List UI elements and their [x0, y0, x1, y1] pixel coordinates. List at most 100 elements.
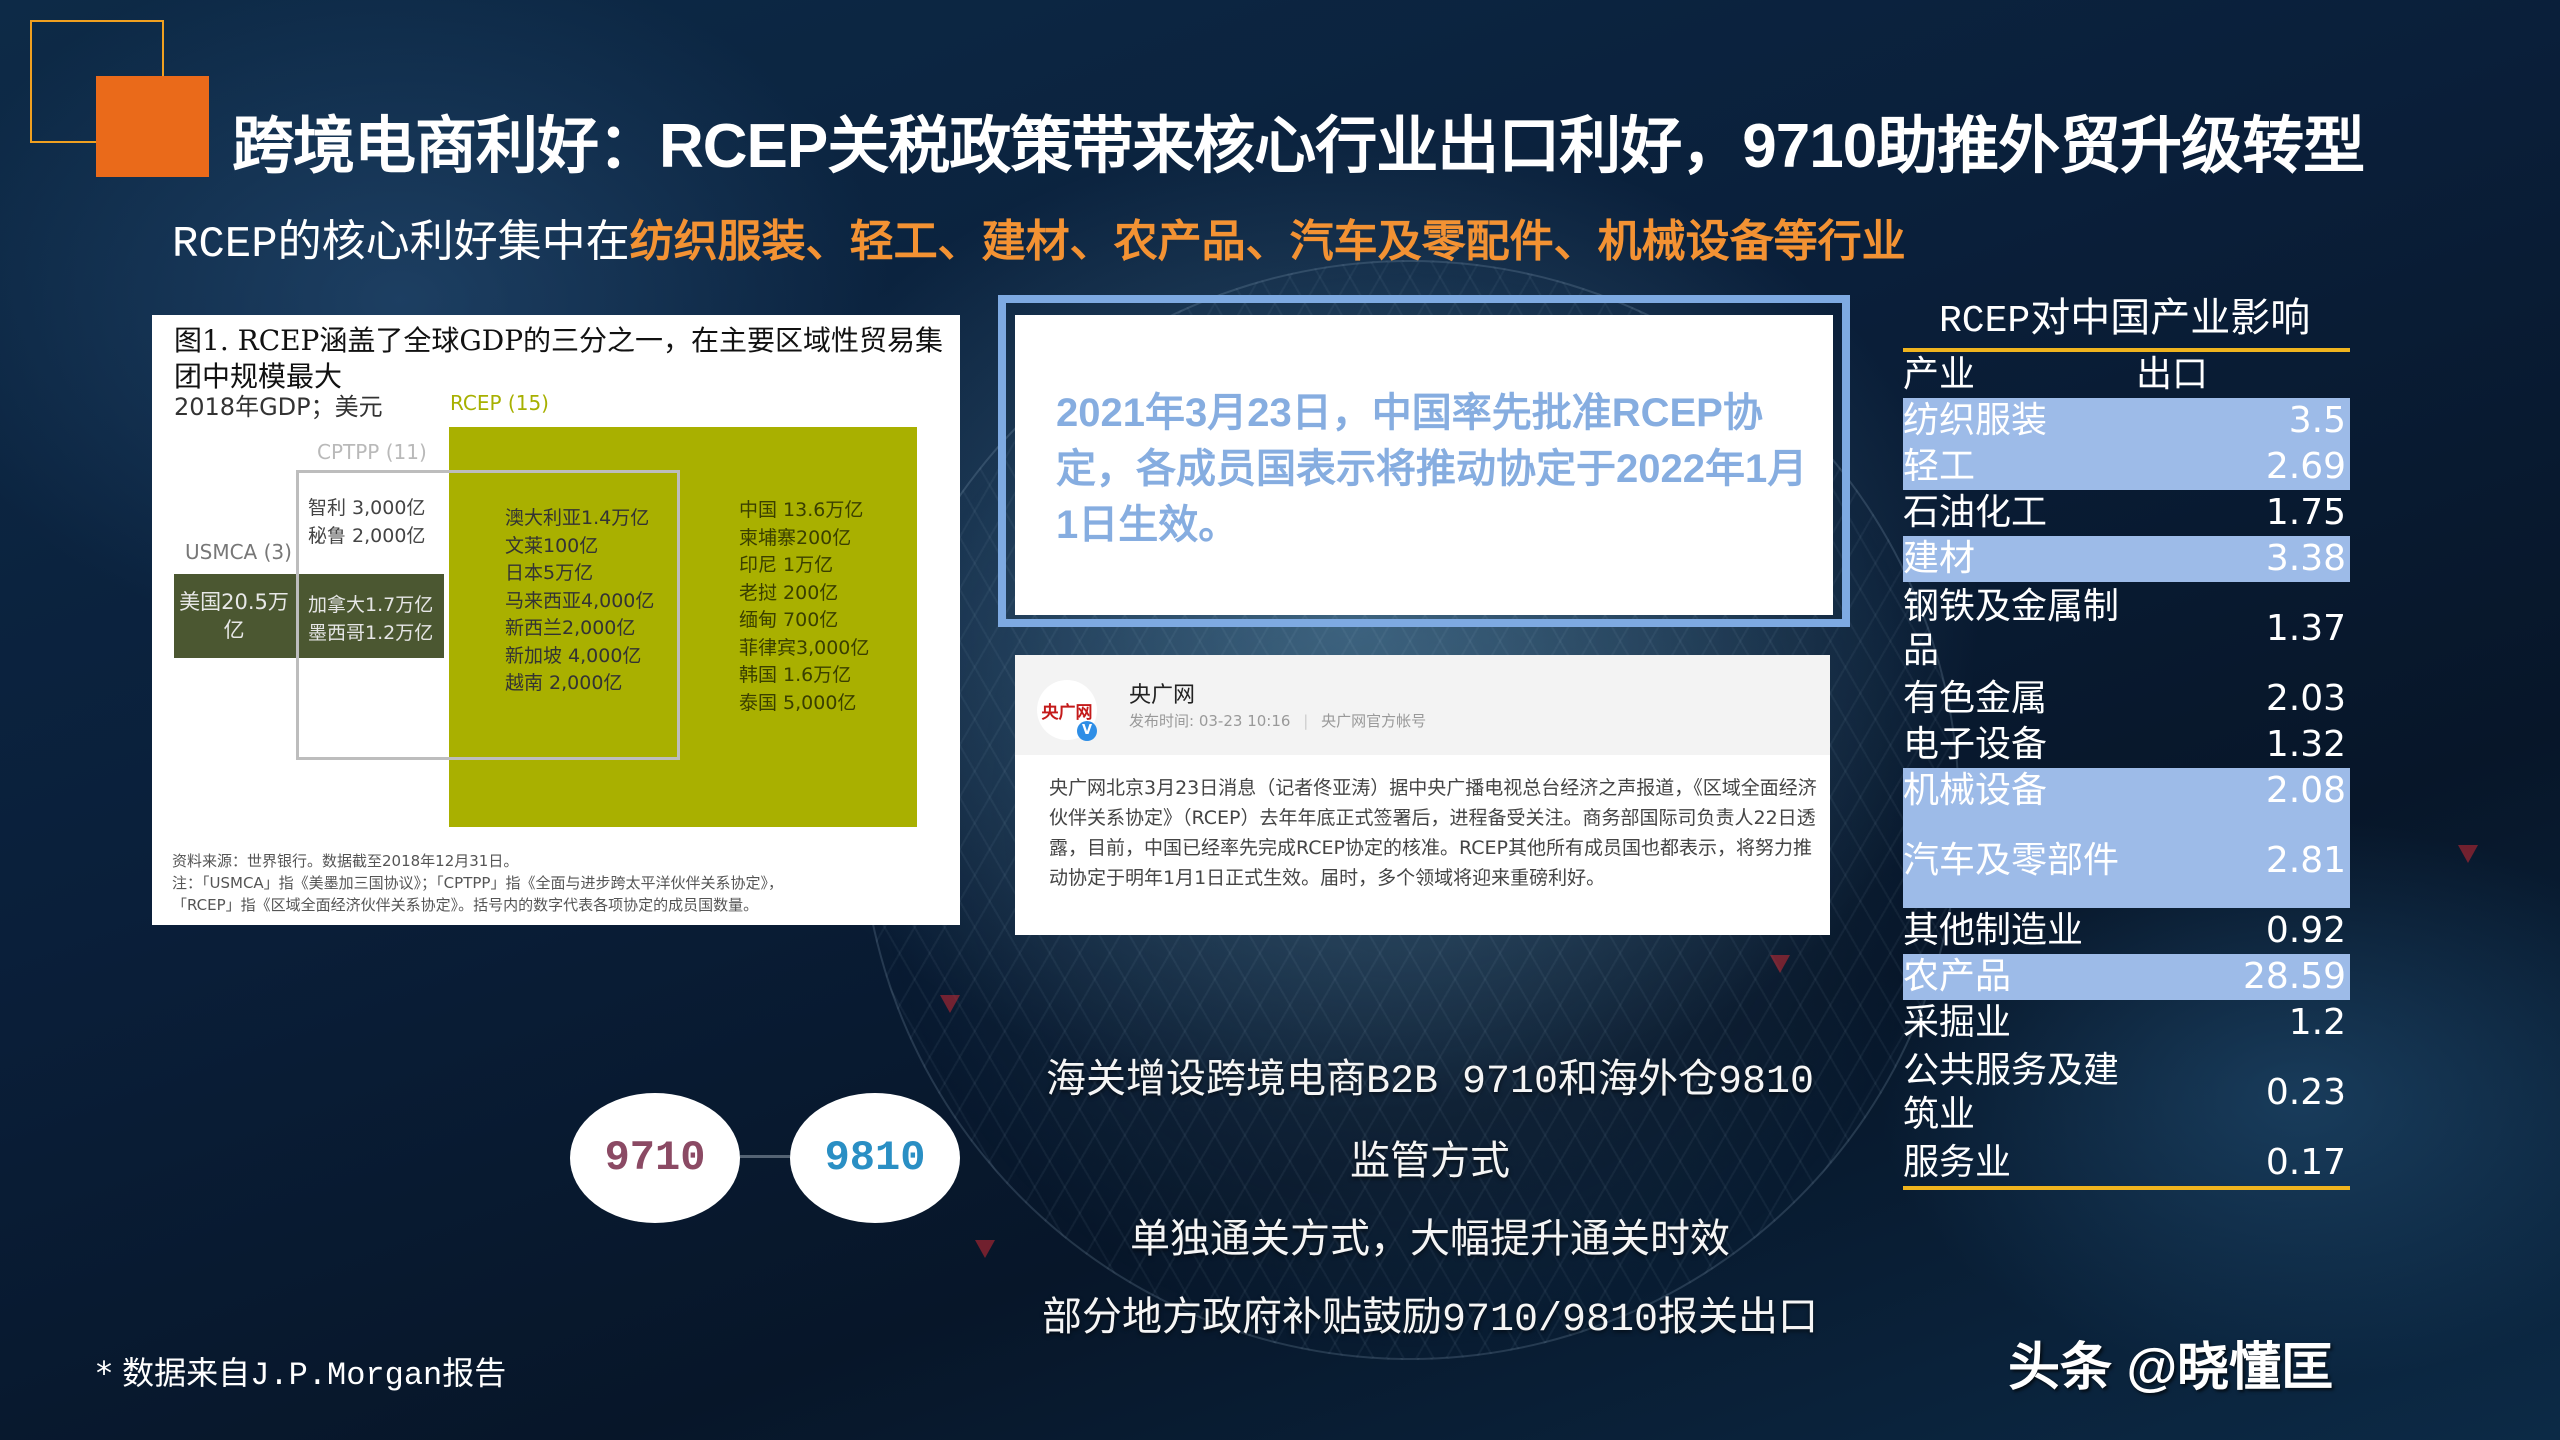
bubble-connector [740, 1155, 790, 1158]
list-item: 新加坡 4,000亿 [505, 644, 642, 667]
column-header-export: 出口 [2135, 354, 2208, 395]
table-row: 汽车及零部件 2.81 [1903, 814, 2350, 908]
industry-impact-table: RCEP对中国产业影响 产业 出口 纺织服装 3.5 轻工 2.69 石油化工 1.75 建… [1903, 288, 2350, 1190]
line1-text-a: 海关增设跨境电商 [1045, 1056, 1366, 1102]
line4-text-b: 报关出口 [1658, 1294, 1819, 1340]
footnote-suffix: 报告 [442, 1354, 507, 1392]
verified-badge-icon: V [1077, 721, 1097, 741]
list-item: 秘鲁 2,000亿 [308, 524, 426, 547]
list-item: 缅甸 700亿 [739, 609, 839, 631]
industry-name: 汽车及零部件 [1903, 840, 2120, 881]
news-publish-label: 发布时间: 03-23 [1129, 712, 1243, 730]
list-item: 文莱100亿 [505, 534, 599, 557]
list-item: 马来西亚4,000亿 [505, 589, 655, 612]
export-value: 28.59 [2242, 956, 2346, 997]
industry-name: 建材 [1903, 538, 1976, 579]
customs-info: 海关增设跨境电商B2B 9710和海外仓9810 监管方式 单独通关方式，大幅提… [980, 1040, 1880, 1360]
news-account: 央广网官方帐号 [1321, 712, 1427, 730]
industry-name: 其他制造业 [1903, 910, 2084, 951]
list-item: 中国 13.6万亿 [739, 499, 864, 521]
rcep-cptpp-list: 澳大利亚1.4万亿 文莱100亿 日本5万亿 马来西亚4,000亿 新西兰2,000亿新… [505, 505, 654, 698]
industry-name: 服务业 [1903, 1142, 2012, 1183]
export-value: 0.17 [2265, 1142, 2346, 1183]
table-title: RCEP对中国产业影响 [1903, 288, 2350, 348]
customs-info-line-1: 海关增设跨境电商B2B 9710和海外仓9810 [980, 1040, 1880, 1122]
list-item: 智利 3,000亿 [308, 497, 426, 519]
list-item: 越南 2,000亿 [505, 672, 623, 694]
table-row: 服务业 0.17 [1903, 1140, 2350, 1186]
table-title-mono: RCEP [1939, 300, 2031, 343]
table-row: 农产品 28.59 [1903, 954, 2350, 1000]
table-row: 有色金属 2.03 [1903, 676, 2350, 722]
footnote-prefix: * 数据来自 [96, 1354, 251, 1392]
table-row: 钢铁及金属制品 1.37 [1903, 582, 2350, 676]
export-value: 1.32 [2265, 724, 2346, 765]
news-source-name[interactable]: 央广网 [1129, 677, 1195, 709]
list-item: 柬埔寨200亿 [739, 526, 852, 549]
list-item: 印尼 1万亿 [739, 554, 834, 576]
export-value: 0.92 [2265, 910, 2346, 951]
export-value: 0.23 [2265, 1072, 2346, 1113]
line1-mono-b: 9810 [1718, 1060, 1815, 1105]
gdp-figure-notes: 资料来源：世界银行。数据截至2018年12月31日。注：「USMCA」指《美墨加… [172, 850, 783, 916]
table-row: 机械设备 2.08 [1903, 768, 2350, 814]
table-body: 纺织服装 3.5 轻工 2.69 石油化工 1.75 建材 3.38 钢铁及金属制品 1.37 有色… [1903, 398, 2350, 1186]
news-header: 央广网 V 央广网 发布时间: 03-23 10:16 | 央广网官方帐号 [1015, 655, 1830, 755]
table-row: 公共服务及建筑业 0.23 [1903, 1046, 2350, 1140]
table-bottom-rule [1903, 1186, 2350, 1190]
list-item: 老挝 200亿 [739, 581, 839, 604]
industry-name: 公共服务及建筑业 [1903, 1050, 2120, 1135]
table-row: 电子设备 1.32 [1903, 722, 2350, 768]
list-item: 菲律宾3,000亿 [739, 636, 870, 659]
list-item: 墨西哥1.2万亿 [308, 621, 434, 644]
meta-separator: | [1303, 712, 1309, 730]
gdp-figure-card: 图1. RCEP涵盖了全球GDP的三分之一，在主要区域性贸易集团中规模最大 20… [152, 315, 960, 925]
code-9710-bubble: 9710 [570, 1093, 740, 1223]
export-value: 3.38 [2265, 538, 2346, 579]
news-meta: 发布时间: 03-23 10:16 | 央广网官方帐号 [1129, 710, 1426, 731]
export-value: 1.75 [2265, 492, 2346, 533]
page-subtitle: RCEP的核心利好集中在纺织服装、轻工、建材、农产品、汽车及零配件、机械设备等行… [172, 205, 1906, 270]
news-publish-time: 10:16 [1247, 712, 1291, 730]
list-item: 注：「USMCA」指《美墨加三国协议》；「CPTPP」指《全面与进步跨太平洋伙伴… [172, 874, 783, 892]
table-row: 石油化工 1.75 [1903, 490, 2350, 536]
table-row: 建材 3.38 [1903, 536, 2350, 582]
export-value: 3.5 [2288, 400, 2346, 441]
industry-name: 农产品 [1903, 956, 2012, 997]
usa-gdp: 美国20.5万亿 [179, 590, 289, 642]
industry-name: 钢铁及金属制品 [1903, 586, 2120, 671]
export-value: 1.37 [2265, 608, 2346, 649]
list-item: 泰国 5,000亿 [739, 691, 857, 714]
list-item: 新西兰2,000亿 [505, 617, 636, 639]
list-item: 韩国 1.6万亿 [739, 664, 852, 686]
rcep-label: RCEP (15) [450, 391, 549, 415]
line4-mono: 9710/9810 [1441, 1298, 1659, 1343]
table-header-row: 产业 出口 [1903, 352, 2350, 398]
table-row: 采掘业 1.2 [1903, 1000, 2350, 1046]
table-row: 纺织服装 3.5 [1903, 398, 2350, 444]
line1-text-b: 和海外仓 [1558, 1056, 1718, 1102]
header-accent-square [96, 76, 209, 177]
table-row: 轻工 2.69 [1903, 444, 2350, 490]
list-item: 加拿大1.7万亿 [308, 594, 434, 616]
usmca-cptpp-list: 加拿大1.7万亿 墨西哥1.2万亿 [308, 592, 433, 647]
data-source-footnote: * 数据来自J.P.Morgan报告 [96, 1348, 506, 1394]
industry-name: 轻工 [1903, 446, 1976, 487]
line4-text-a: 部分地方政府补贴鼓励 [1041, 1294, 1442, 1340]
list-item: 「RCEP」指《区域全面经济伙伴关系协定》。括号内的数字代表各项协定的成员国数量… [172, 896, 759, 914]
industry-name: 石油化工 [1903, 492, 2048, 533]
customs-info-line-4: 部分地方政府补贴鼓励9710/9810报关出口 [980, 1278, 1880, 1360]
export-value: 2.69 [2265, 446, 2346, 487]
list-item: 资料来源：世界银行。数据截至2018年12月31日。 [172, 852, 519, 870]
export-value: 2.03 [2265, 678, 2346, 719]
cptpp-only-list: 智利 3,000亿 秘鲁 2,000亿 [308, 495, 425, 550]
quote-text: 2021年3月23日，中国率先批准RCEP协定，各成员国表示将推动协定于2022… [1056, 391, 1808, 547]
page-title: 跨境电商利好：RCEP关税政策带来核心行业出口利好，9710助推外贸升级转型 [232, 112, 2365, 181]
decor-triangle [940, 995, 960, 1013]
list-item: 澳大利亚1.4万亿 [505, 507, 650, 529]
gdp-figure-title: 图1. RCEP涵盖了全球GDP的三分之一，在主要区域性贸易集团中规模最大 [174, 324, 944, 393]
cptpp-label: CPTPP (11) [317, 440, 427, 464]
subtitle-prefix: 的核心利好集中在 [277, 216, 630, 267]
industry-name: 电子设备 [1903, 724, 2048, 765]
subtitle-prefix-mono: RCEP [172, 220, 278, 270]
